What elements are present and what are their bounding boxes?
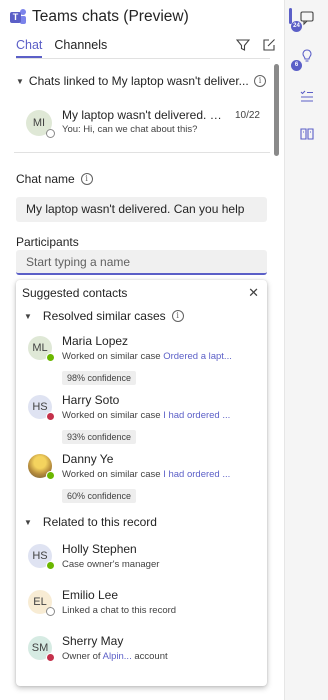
linked-chats-header[interactable]: ▼ Chats linked to My laptop wasn't deliv… xyxy=(16,74,266,88)
confidence-badge: 98% confidence xyxy=(62,371,137,385)
related-record-header[interactable]: ▼ Related to this record xyxy=(24,515,157,529)
status-busy-icon xyxy=(46,653,55,662)
scrollbar[interactable] xyxy=(274,64,279,156)
chat-name-field[interactable]: My laptop wasn't delivered. Can you help xyxy=(16,197,267,222)
participants-label: Participants xyxy=(16,235,79,249)
contact-detail: Linked a chat to this record xyxy=(62,605,177,616)
contact-detail: Owner of Alpin... account xyxy=(62,651,168,662)
notification-badge: 6 xyxy=(291,60,302,71)
confidence-badge: 60% confidence xyxy=(62,489,137,503)
panel-header: T Teams chats (Preview) xyxy=(10,6,189,28)
teams-chats-panel: T Teams chats (Preview) Chat Channels ▼ … xyxy=(0,0,284,700)
confidence-badge: 93% confidence xyxy=(62,430,137,444)
avatar: HS xyxy=(28,395,55,421)
section-divider xyxy=(14,152,270,153)
chat-preview: You: Hi, can we chat about this? xyxy=(62,124,198,135)
avatar: MI xyxy=(26,110,55,138)
tab-chat[interactable]: Chat xyxy=(16,38,43,58)
chat-list-item[interactable]: MI My laptop wasn't delivered. C... 10/2… xyxy=(26,106,266,140)
info-icon[interactable]: i xyxy=(254,75,266,87)
contact-item[interactable]: ML Maria Lopez Worked on similar case Or… xyxy=(28,332,260,372)
status-indicator xyxy=(46,129,55,138)
notification-badge: 24 xyxy=(291,21,302,32)
knowledge-book-icon[interactable] xyxy=(299,126,315,142)
avatar: SM xyxy=(28,636,55,662)
contact-detail: Case owner's manager xyxy=(62,559,160,570)
contact-item[interactable]: Danny Ye Worked on similar case I had or… xyxy=(28,450,260,490)
status-available-icon xyxy=(46,471,55,480)
chat-name-label: Chat name i xyxy=(16,172,93,186)
avatar: HS xyxy=(28,544,55,570)
avatar-photo xyxy=(28,454,55,480)
task-list-icon[interactable] xyxy=(299,88,315,104)
case-link[interactable]: Ordered a lapt... xyxy=(163,351,232,362)
compose-icon[interactable] xyxy=(262,38,276,52)
close-icon[interactable]: ✕ xyxy=(248,285,259,301)
status-busy-icon xyxy=(46,412,55,421)
contact-detail: Worked on similar case I had ordered ... xyxy=(62,469,231,480)
chat-title: My laptop wasn't delivered. C... xyxy=(62,108,222,122)
side-rail: 24 6 xyxy=(284,0,328,700)
tabs-divider xyxy=(16,58,270,59)
tab-bar: Chat Channels xyxy=(16,38,107,58)
suggested-contacts-dropdown: Suggested contacts ✕ ▼ Resolved similar … xyxy=(16,280,267,686)
active-indicator xyxy=(289,8,292,24)
contact-name: Harry Soto xyxy=(62,393,120,407)
contact-name: Sherry May xyxy=(62,634,124,648)
contact-detail: Worked on similar case Ordered a lapt... xyxy=(62,351,232,362)
avatar: ML xyxy=(28,336,55,362)
status-offline-icon xyxy=(46,607,55,616)
case-link[interactable]: I had ordered ... xyxy=(163,469,230,480)
caret-down-icon: ▼ xyxy=(16,76,24,86)
lightbulb-icon[interactable] xyxy=(299,48,315,64)
contact-item[interactable]: HS Holly Stephen Case owner's manager xyxy=(28,540,260,580)
account-link[interactable]: Alpin... xyxy=(103,651,132,662)
panel-title: Teams chats (Preview) xyxy=(32,8,189,25)
info-icon[interactable]: i xyxy=(80,173,93,185)
contact-name: Holly Stephen xyxy=(62,542,137,556)
caret-down-icon: ▼ xyxy=(24,517,32,527)
chat-date: 10/22 xyxy=(234,110,260,121)
teams-logo-icon: T xyxy=(10,9,26,25)
filter-icon[interactable] xyxy=(236,38,250,52)
contact-name: Emilio Lee xyxy=(62,588,119,602)
contact-item[interactable]: EL Emilio Lee Linked a chat to this reco… xyxy=(28,586,260,626)
contact-name: Maria Lopez xyxy=(62,334,129,348)
linked-chats-title: Chats linked to My laptop wasn't deliver… xyxy=(28,74,249,88)
status-available-icon xyxy=(46,561,55,570)
status-available-icon xyxy=(46,353,55,362)
resolved-cases-header[interactable]: ▼ Resolved similar cases i xyxy=(24,309,184,323)
avatar: EL xyxy=(28,590,55,616)
participants-input[interactable]: Start typing a name xyxy=(16,250,267,275)
contact-detail: Worked on similar case I had ordered ... xyxy=(62,410,231,421)
contact-item[interactable]: HS Harry Soto Worked on similar case I h… xyxy=(28,391,260,431)
info-icon[interactable]: i xyxy=(171,310,184,322)
suggested-contacts-title: Suggested contacts xyxy=(22,286,128,300)
tab-channels[interactable]: Channels xyxy=(54,38,107,58)
contact-name: Danny Ye xyxy=(62,452,114,466)
caret-down-icon: ▼ xyxy=(24,311,32,321)
case-link[interactable]: I had ordered ... xyxy=(163,410,230,421)
contact-item[interactable]: SM Sherry May Owner of Alpin... account xyxy=(28,632,260,672)
